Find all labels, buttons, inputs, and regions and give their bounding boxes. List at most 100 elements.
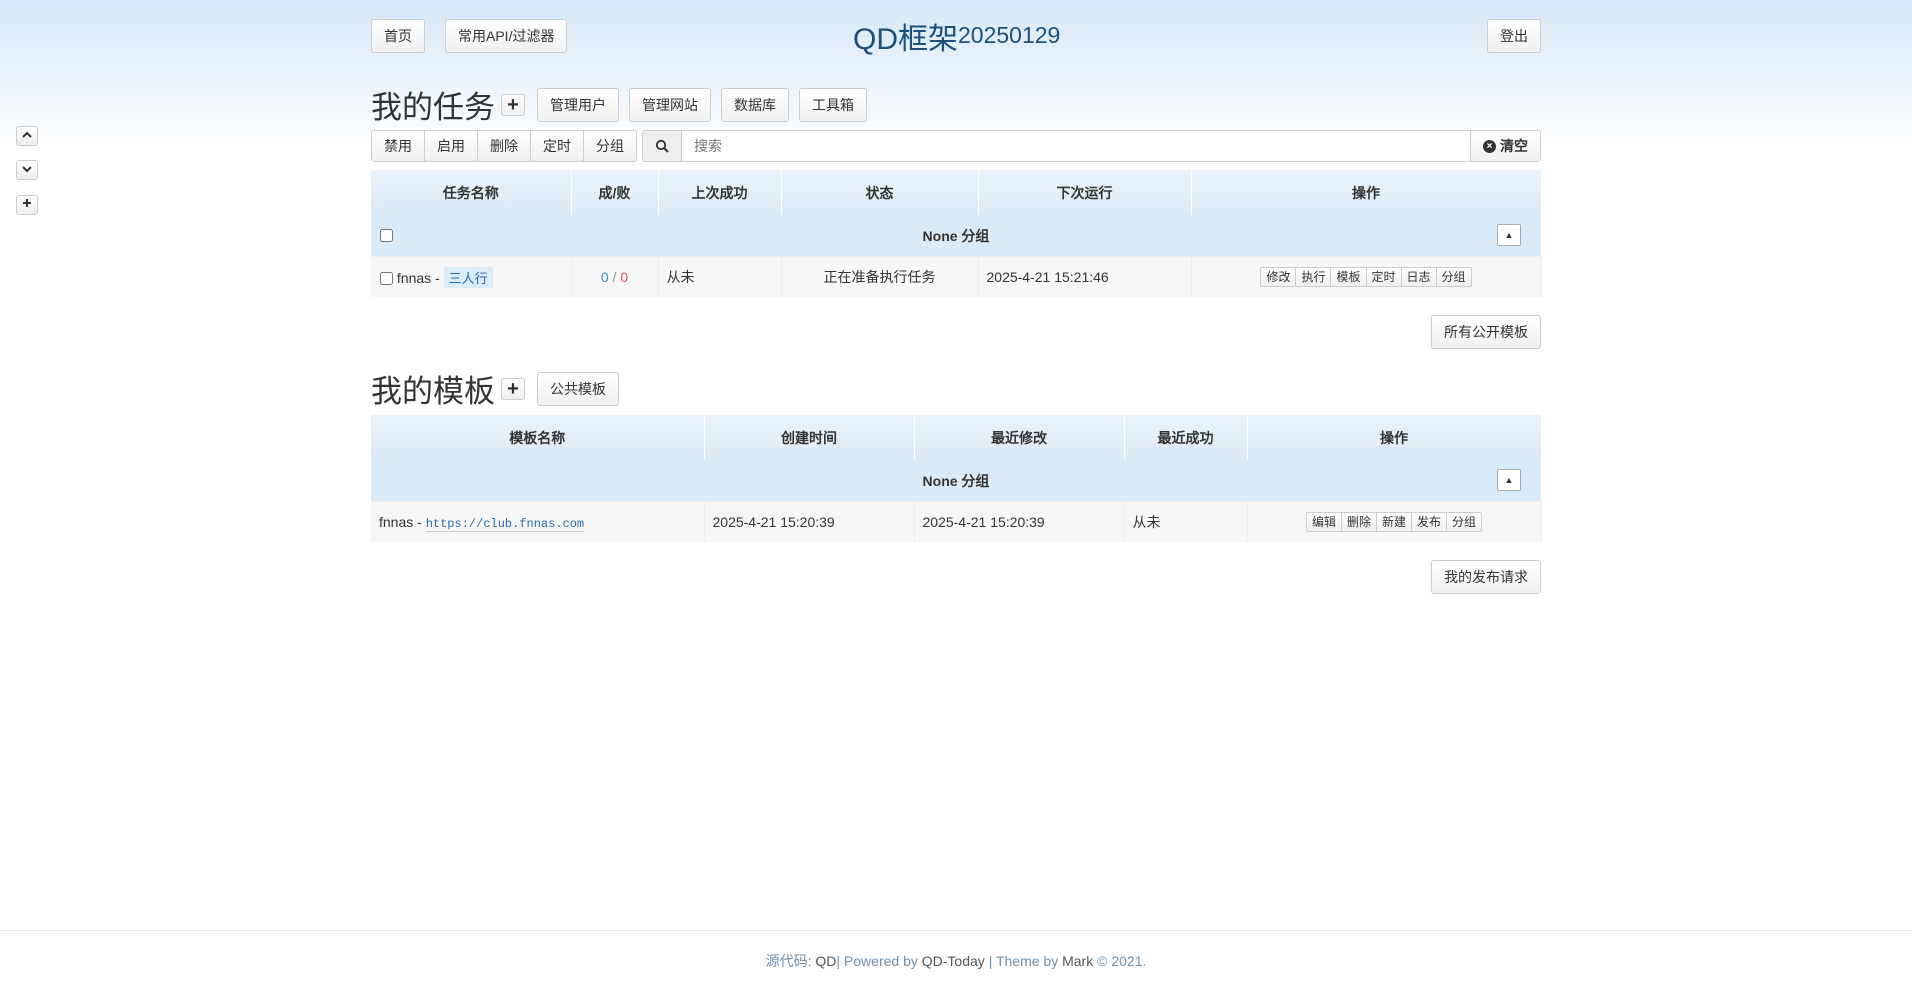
col-modified[interactable]: 最近修改: [914, 415, 1125, 460]
all-public-templates-button[interactable]: 所有公开模板: [1431, 315, 1541, 349]
template-ops-cell: 编辑 删除 新建 发布 分组: [1247, 501, 1542, 542]
edit-task-button[interactable]: 修改: [1260, 267, 1297, 287]
tasks-table: 任务名称 成/败 上次成功 状态 下次运行 操作 None 分组 ▲ fnnas…: [371, 170, 1542, 297]
table-row: fnnas - https://club.fnnas.com 2025-4-21…: [371, 501, 1542, 542]
edit-template-button[interactable]: 编辑: [1305, 512, 1342, 532]
add-template-button[interactable]: +: [501, 377, 525, 400]
publish-template-button[interactable]: 发布: [1411, 512, 1448, 532]
templates-title: 我的模板: [371, 374, 495, 409]
last-success-cell: 从未: [658, 256, 782, 297]
brand-version: 20250129: [958, 22, 1061, 48]
delete-template-button[interactable]: 删除: [1340, 512, 1377, 532]
task-name: fnnas -: [396, 269, 440, 286]
add-task-button[interactable]: +: [501, 93, 525, 116]
template-last-success-cell: 从未: [1124, 501, 1248, 542]
col-template-last-success[interactable]: 最近成功: [1124, 415, 1248, 460]
plus-icon: [23, 199, 31, 207]
task-ops-group: 修改 执行 模板 定时 日志 分组: [1260, 267, 1472, 287]
home-button[interactable]: 首页: [371, 19, 425, 53]
manage-sites-button[interactable]: 管理网站: [629, 87, 711, 122]
toolbox-button[interactable]: 工具箱: [799, 87, 867, 122]
logout-button[interactable]: 登出: [1487, 19, 1541, 53]
templates-header: 我的模板 + 公共模板: [371, 366, 619, 409]
database-button[interactable]: 数据库: [721, 87, 789, 122]
created-cell: 2025-4-21 15:20:39: [704, 501, 915, 542]
col-last-success[interactable]: 上次成功: [658, 170, 782, 215]
close-circle-icon: ×: [1483, 139, 1496, 153]
col-task-name[interactable]: 任务名称: [371, 170, 572, 215]
template-group-label: None 分组: [922, 472, 990, 489]
task-group-button[interactable]: 分组: [1435, 267, 1472, 287]
footer-powered-label: | Powered by: [836, 953, 918, 969]
col-success-fail[interactable]: 成/败: [571, 170, 659, 215]
footer-source-label: 源代码:: [765, 953, 812, 969]
col-status[interactable]: 状态: [781, 170, 979, 215]
fail-count: 0: [620, 269, 629, 285]
task-group-cell: None 分组 ▲: [371, 215, 1541, 257]
next-run-cell: 2025-4-21 15:21:46: [978, 256, 1192, 297]
footer-theme-label: | Theme by: [988, 953, 1059, 969]
scroll-up-button[interactable]: [16, 126, 38, 146]
group-button[interactable]: 分组: [583, 130, 637, 162]
templates-table: 模板名称 创建时间 最近修改 最近成功 操作 None 分组 ▲ fnnas -…: [371, 415, 1542, 542]
tasks-table-header: 任务名称 成/败 上次成功 状态 下次运行 操作: [371, 170, 1542, 215]
manage-users-button[interactable]: 管理用户: [537, 87, 619, 122]
col-next-run[interactable]: 下次运行: [978, 170, 1192, 215]
col-template-actions: 操作: [1247, 415, 1542, 460]
success-fail-cell: 0 / 0: [571, 256, 659, 297]
schedule-button[interactable]: 定时: [530, 130, 584, 162]
brand-name: QD框架: [853, 23, 958, 56]
col-template-name[interactable]: 模板名称: [371, 415, 705, 460]
my-publish-requests-button[interactable]: 我的发布请求: [1431, 560, 1541, 594]
task-tag[interactable]: 三人行: [443, 266, 493, 288]
col-created[interactable]: 创建时间: [704, 415, 915, 460]
footer-powered-link[interactable]: QD-Today: [922, 953, 985, 969]
task-schedule-button[interactable]: 定时: [1365, 267, 1402, 287]
chevron-up-icon: [22, 131, 32, 138]
delete-button[interactable]: 删除: [477, 130, 531, 162]
clear-search-button[interactable]: × 清空: [1471, 130, 1541, 162]
template-group-button[interactable]: 分组: [1446, 512, 1483, 532]
task-name-cell: fnnas - 三人行: [371, 256, 572, 297]
search-icon: [642, 130, 682, 162]
status-cell: 正在准备执行任务: [781, 256, 979, 297]
template-group-cell: None 分组 ▲: [371, 460, 1541, 502]
collapse-group-button[interactable]: ▲: [1497, 224, 1521, 246]
template-group-row: None 分组 ▲: [371, 460, 1541, 502]
collapse-template-group-button[interactable]: ▲: [1497, 469, 1521, 491]
enable-button[interactable]: 启用: [424, 130, 478, 162]
disable-button[interactable]: 禁用: [371, 130, 425, 162]
template-name-cell: fnnas - https://club.fnnas.com: [371, 501, 705, 542]
templates-table-header: 模板名称 创建时间 最近修改 最近成功 操作: [371, 415, 1542, 460]
task-toolbar: 禁用 启用 删除 定时 分组 × 清空: [371, 130, 1541, 162]
table-row: fnnas - 三人行 0 / 0 从未 正在准备执行任务 2025-4-21 …: [371, 256, 1542, 297]
modified-cell: 2025-4-21 15:20:39: [914, 501, 1125, 542]
run-task-button[interactable]: 执行: [1295, 267, 1332, 287]
footer-theme-author[interactable]: Mark: [1062, 953, 1093, 969]
footer-source-link[interactable]: QD: [815, 953, 836, 969]
template-url-link[interactable]: https://club.fnnas.com: [425, 516, 585, 532]
footer: 源代码: QD| Powered by QD-Today | Theme by …: [0, 930, 1912, 1001]
select-group-checkbox[interactable]: [380, 229, 393, 242]
brand-title[interactable]: QD框架20250129: [853, 14, 1060, 58]
api-filter-button[interactable]: 常用API/过滤器: [445, 19, 568, 53]
task-group-row: None 分组 ▲: [371, 215, 1541, 257]
chevron-down-icon: [22, 166, 32, 173]
tasks-header: 我的任务 + 管理用户 管理网站 数据库 工具箱: [371, 82, 867, 125]
task-action-group: 禁用 启用 删除 定时 分组: [371, 130, 637, 162]
scroll-down-button[interactable]: [16, 160, 38, 180]
count-divider: /: [612, 269, 617, 285]
task-ops-cell: 修改 执行 模板 定时 日志 分组: [1191, 256, 1542, 297]
tasks-title: 我的任务: [371, 90, 495, 125]
task-template-button[interactable]: 模板: [1330, 267, 1367, 287]
task-log-button[interactable]: 日志: [1400, 267, 1437, 287]
search-input[interactable]: [682, 130, 1471, 162]
task-group-label: None 分组: [922, 227, 990, 244]
success-count: 0: [600, 269, 609, 285]
footer-copyright: © 2021.: [1097, 953, 1147, 969]
task-checkbox[interactable]: [380, 272, 393, 286]
template-ops-group: 编辑 删除 新建 发布 分组: [1305, 512, 1483, 532]
expand-all-button[interactable]: [16, 195, 38, 215]
new-from-template-button[interactable]: 新建: [1375, 512, 1412, 532]
public-templates-button[interactable]: 公共模板: [537, 371, 619, 406]
